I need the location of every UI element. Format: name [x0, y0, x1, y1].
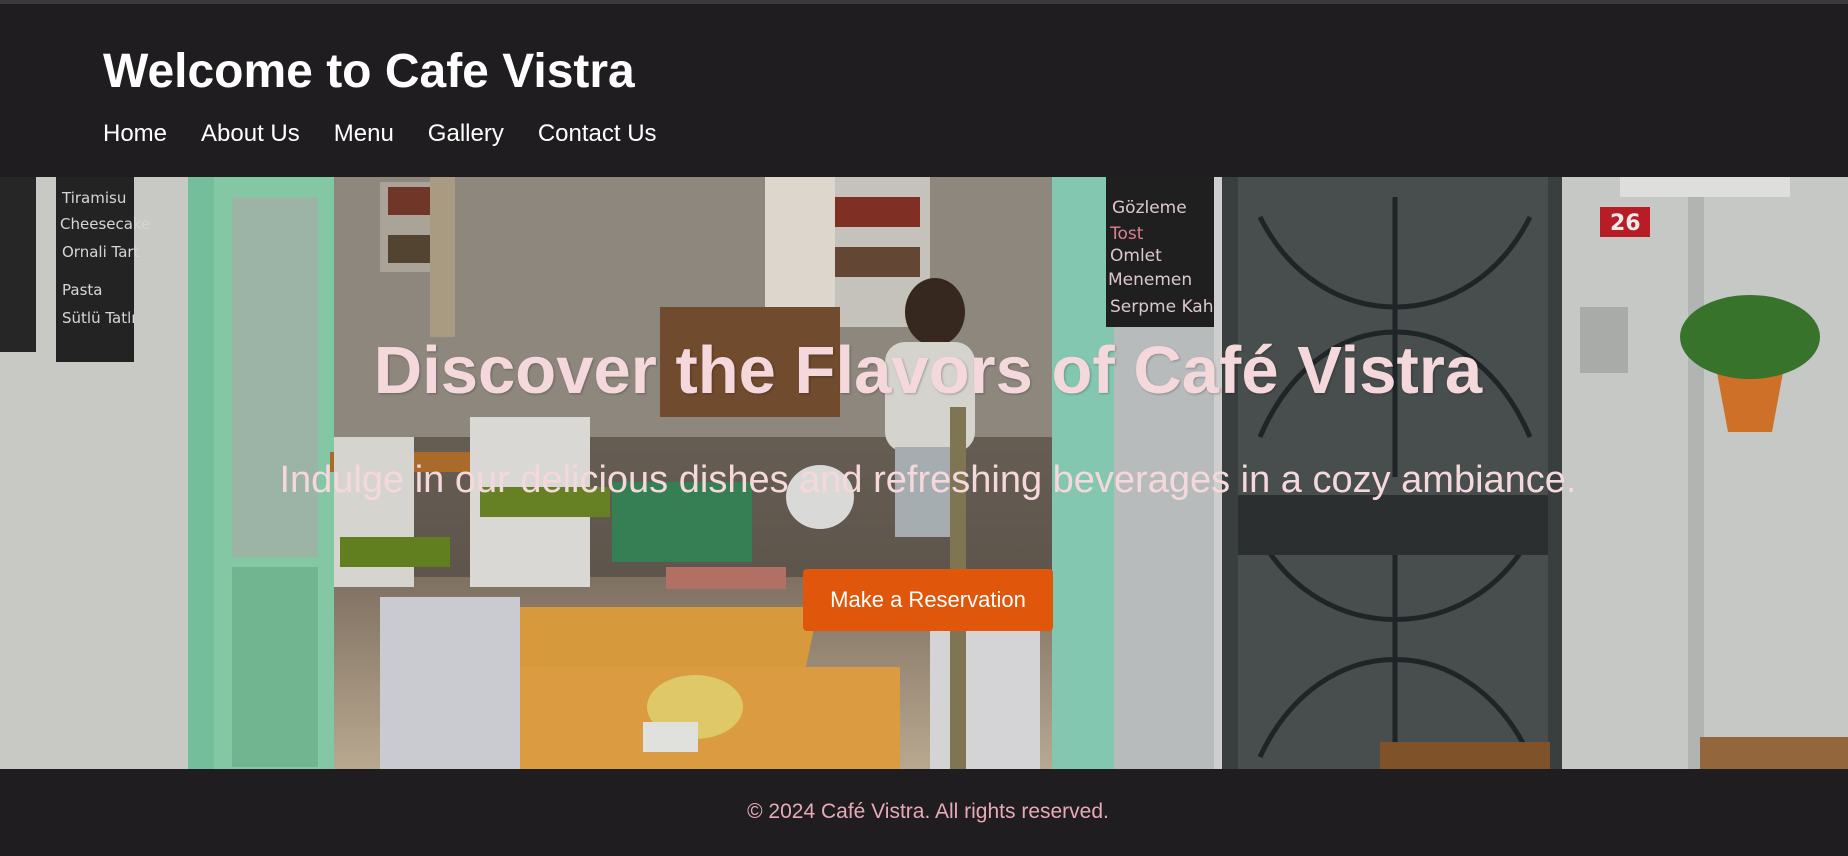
nav-link-home[interactable]: Home: [103, 117, 167, 151]
site-header: Welcome to Cafe Vistra Home About Us Men…: [0, 4, 1848, 177]
nav-link-menu[interactable]: Menu: [334, 117, 394, 151]
copyright-text: © 2024 Café Vistra. All rights reserved.: [747, 800, 1109, 823]
nav-link-gallery[interactable]: Gallery: [428, 117, 504, 151]
site-title: Welcome to Cafe Vistra: [103, 45, 635, 98]
hero-section: Tiramisu Cheesecake Ornali Tart Pasta Sü…: [0, 177, 1848, 769]
hero-heading: Discover the Flavors of Café Vistra: [373, 333, 1483, 408]
hero-subheading: Indulge in our delicious dishes and refr…: [279, 459, 1577, 501]
main-nav: Home About Us Menu Gallery Contact Us: [103, 117, 691, 151]
nav-link-contact-us[interactable]: Contact Us: [538, 117, 657, 151]
nav-link-about-us[interactable]: About Us: [201, 117, 300, 151]
site-footer: © 2024 Café Vistra. All rights reserved.: [0, 769, 1848, 856]
make-reservation-button[interactable]: Make a Reservation: [803, 569, 1053, 631]
